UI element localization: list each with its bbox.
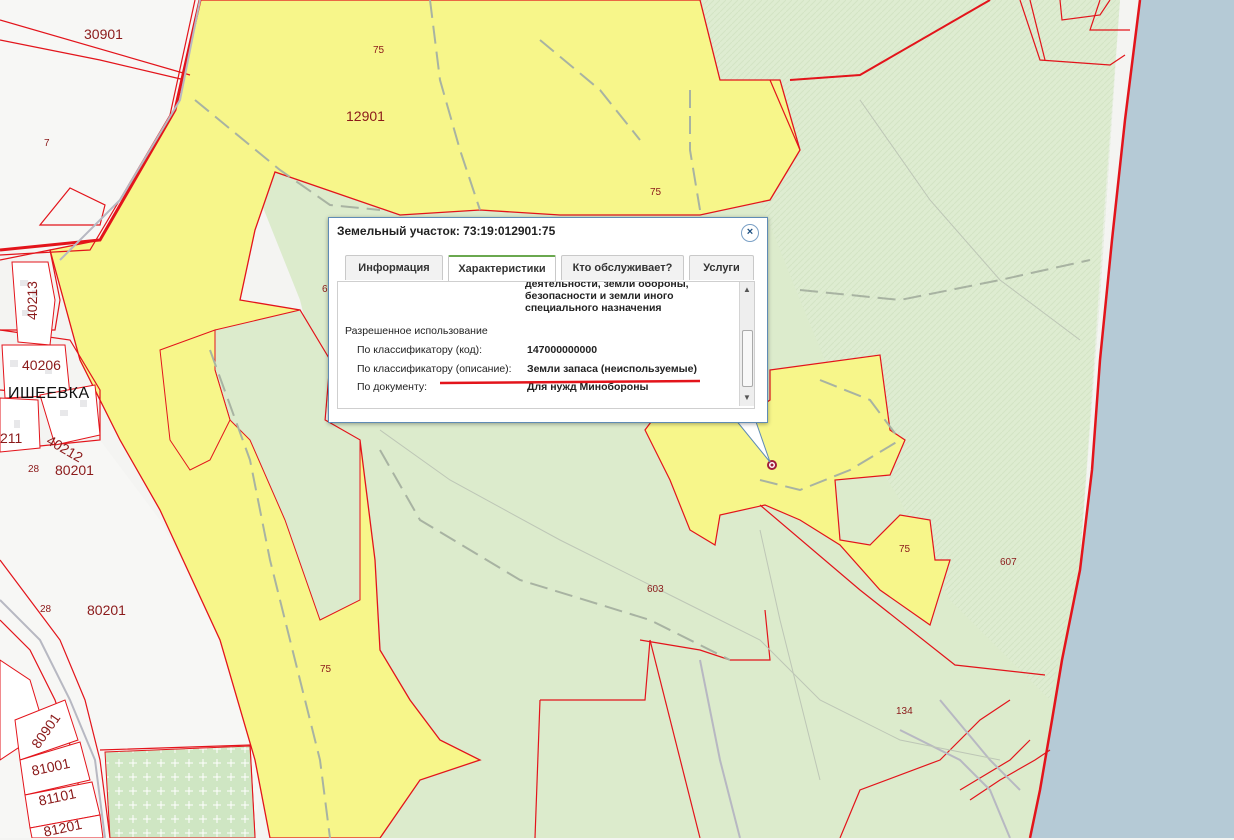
section-heading: Разрешенное использование <box>345 325 488 337</box>
park-grid <box>104 745 256 838</box>
row-value: Для нужд Минобороны <box>527 381 649 393</box>
row-value: Земли запаса (неиспользуемые) <box>527 363 697 375</box>
popup-title: Земельный участок: 73:19:012901:75 <box>337 224 556 238</box>
close-icon[interactable]: × <box>741 224 759 242</box>
row-value: 147000000000 <box>527 344 598 356</box>
tab-who-serves[interactable]: Кто обслуживает? <box>561 255 684 280</box>
scrollbar[interactable]: ▲ ▼ <box>739 282 754 406</box>
tab-characteristics[interactable]: Характеристики <box>448 255 556 282</box>
row-label: По классификатору (описание): <box>357 363 512 375</box>
cut-text-line: безопасности и земли иного <box>525 290 674 302</box>
parcel-info-popup: Земельный участок: 73:19:012901:75 × Инф… <box>328 217 768 423</box>
tab-information[interactable]: Информация <box>345 255 443 280</box>
cut-text-line: деятельности, земли обороны, <box>525 281 689 290</box>
characteristics-panel[interactable]: деятельности, земли обороны, безопасност… <box>337 281 755 409</box>
scroll-thumb[interactable] <box>742 330 753 387</box>
row-label: По классификатору (код): <box>357 344 483 356</box>
scroll-up-icon[interactable]: ▲ <box>742 285 752 295</box>
tab-services[interactable]: Услуги <box>689 255 754 280</box>
row-label: По документу: <box>357 381 428 393</box>
cut-text-line: специального назначения <box>525 302 662 314</box>
scroll-down-icon[interactable]: ▼ <box>742 393 752 403</box>
